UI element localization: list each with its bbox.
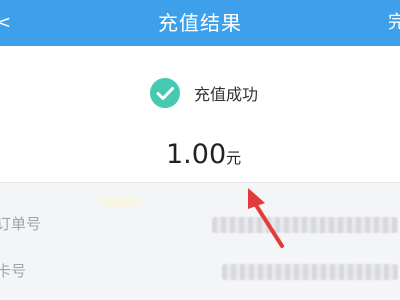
card-number-row: 卡号 [0, 250, 400, 296]
card-number-value-blurred [222, 264, 398, 280]
section-divider [0, 182, 400, 183]
top-nav-bar: < 充值结果 完 [0, 0, 400, 46]
check-circle-icon [150, 78, 180, 108]
order-number-label: 订单号 [0, 215, 42, 233]
order-number-row: 订单号 [0, 203, 400, 249]
result-card: 充值成功 1.00元 [0, 46, 400, 182]
success-text: 充值成功 [194, 85, 259, 104]
done-button[interactable]: 完 [388, 0, 400, 46]
amount-value: 1.00 [166, 139, 227, 170]
amount-unit: 元 [226, 149, 242, 167]
page-title: 充值结果 [158, 11, 242, 35]
card-number-label: 卡号 [0, 262, 27, 280]
annotation-arrow-icon [248, 188, 284, 248]
app-screen: < 充值结果 完 充值成功 1.00元 订单号 卡号 [0, 0, 400, 300]
amount-display: 1.00元 [166, 139, 241, 170]
